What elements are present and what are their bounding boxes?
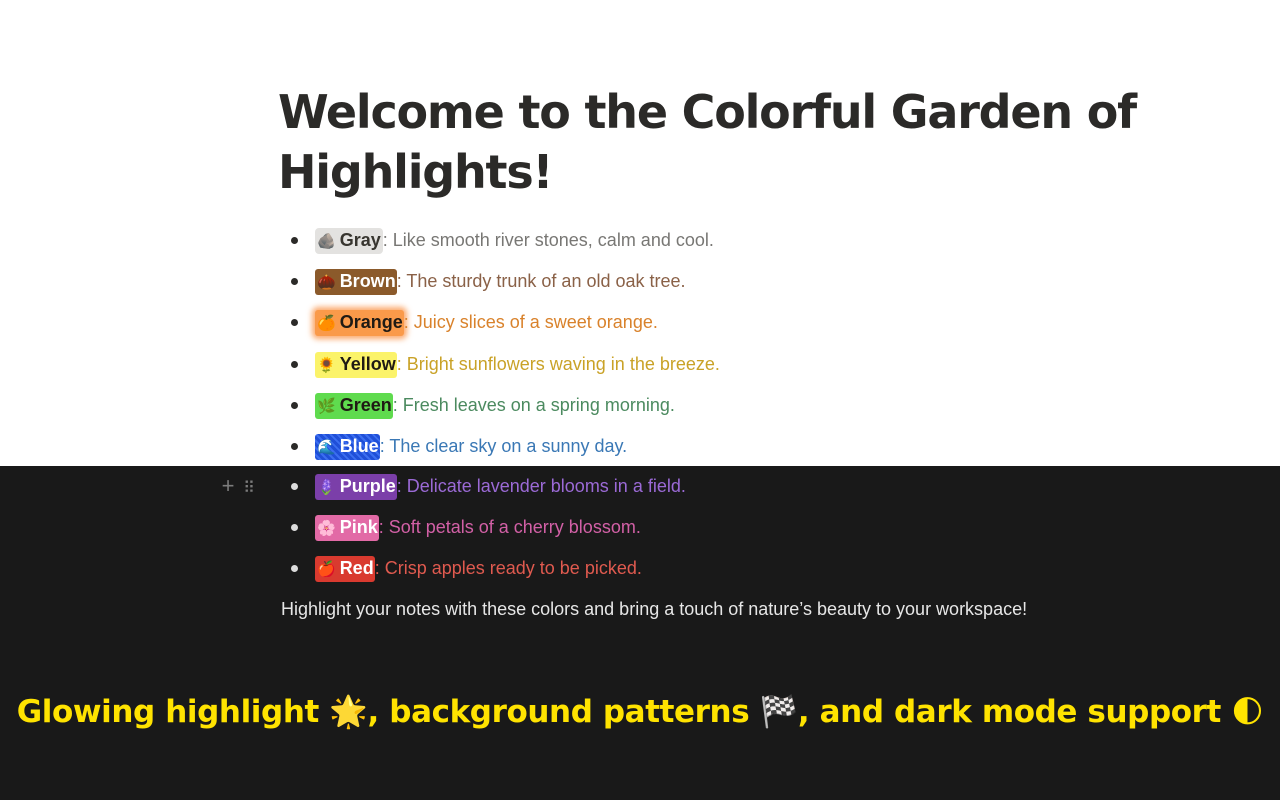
highlight-label: Pink [339,517,378,537]
page-title: Welcome to the Colorful Garden of Highli… [278,85,1137,199]
highlight-label: Purple [339,476,396,496]
list-item-gray[interactable]: 🪨 Gray : Like smooth river stones, calm a… [0,220,1280,261]
highlight-chip-blue[interactable]: 🌊 Blue [315,434,380,460]
bullet-point [291,278,298,285]
bullet-point [291,319,298,326]
glowing-star-icon: 🌟 [329,694,368,730]
hyacinth-icon: 🪻 [317,479,336,496]
highlight-label: Orange [339,312,403,332]
bullet-point [291,237,298,244]
herb-icon: 🌿 [317,398,336,415]
highlight-chip-yellow[interactable]: 🌻 Yellow [315,352,397,378]
item-description: : The sturdy trunk of an old oak tree. [396,271,686,291]
item-description: : Fresh leaves on a spring morning. [392,395,675,415]
item-description: : Delicate lavender blooms in a field. [396,476,686,496]
highlight-chip-pink[interactable]: 🌸 Pink [315,515,379,541]
list-item-brown[interactable]: 🌰 Brown : The sturdy trunk of an old oak … [0,261,1280,302]
bullet-point [291,483,298,490]
add-block-icon[interactable]: + [218,474,238,498]
highlight-label: Red [339,558,374,578]
item-description: : The clear sky on a sunny day. [379,436,628,456]
apple-icon: 🍎 [317,561,336,578]
bullet-point [291,402,298,409]
list-item-orange[interactable]: 🍊 Orange : Juicy slices of a sweet orange… [0,302,1280,343]
highlight-label: Gray [339,230,381,250]
list-item-red[interactable]: 🍎 Red : Crisp apples ready to be picked. [0,548,1280,589]
orange-icon: 🍊 [317,315,336,332]
bullet-point [291,361,298,368]
highlight-chip-purple[interactable]: 🪻 Purple [315,474,397,500]
wave-icon: 🌊 [317,439,336,456]
highlight-chip-green[interactable]: 🌿 Green [315,393,393,419]
sunflower-icon: 🌻 [317,357,336,374]
list-item-green[interactable]: 🌿 Green : Fresh leaves on a spring mornin… [0,385,1280,426]
footer-note: Highlight your notes with these colors a… [281,599,1028,619]
caption-text: , and dark mode support [797,694,1232,730]
bullet-point [291,443,298,450]
highlight-label: Blue [339,436,379,456]
list-item-yellow[interactable]: 🌻 Yellow : Bright sunflowers waving in th… [0,344,1280,385]
bullet-point [291,565,298,572]
bullet-point [291,524,298,531]
list-item-blue[interactable]: 🌊 Blue : The clear sky on a sunny day. [0,426,1280,467]
highlight-chip-orange[interactable]: 🍊 Orange [315,310,404,336]
cherry-blossom-icon: 🌸 [317,520,336,537]
highlight-chip-red[interactable]: 🍎 Red [315,556,375,582]
highlight-chip-brown[interactable]: 🌰 Brown [315,269,397,295]
list-item-purple[interactable]: + ⠿ 🪻 Purple : Delicate lavender blooms in… [0,466,1280,507]
rock-icon: 🪨 [317,233,336,250]
item-description: : Juicy slices of a sweet orange. [403,312,658,332]
list-item-pink[interactable]: 🌸 Pink : Soft petals of a cherry blossom. [0,507,1280,548]
caption-text: , background patterns [367,694,760,730]
chestnut-icon: 🌰 [317,274,336,291]
feature-caption: Glowing highlight 🌟, background patterns… [0,690,1280,734]
highlight-label: Green [339,395,392,415]
item-description: : Like smooth river stones, calm and coo… [382,230,714,250]
half-moon-icon: 🌓 [1231,694,1264,730]
drag-handle-icon[interactable]: ⠿ [238,477,258,501]
highlight-label: Brown [339,271,396,291]
item-description: : Soft petals of a cherry blossom. [378,517,641,537]
checkered-flag-icon: 🏁 [759,694,799,730]
caption-text: Glowing highlight [16,694,330,730]
highlight-chip-gray[interactable]: 🪨 Gray [315,228,383,254]
item-description: : Bright sunflowers waving in the breeze… [396,354,720,374]
highlight-label: Yellow [339,354,396,374]
item-description: : Crisp apples ready to be picked. [374,558,642,578]
